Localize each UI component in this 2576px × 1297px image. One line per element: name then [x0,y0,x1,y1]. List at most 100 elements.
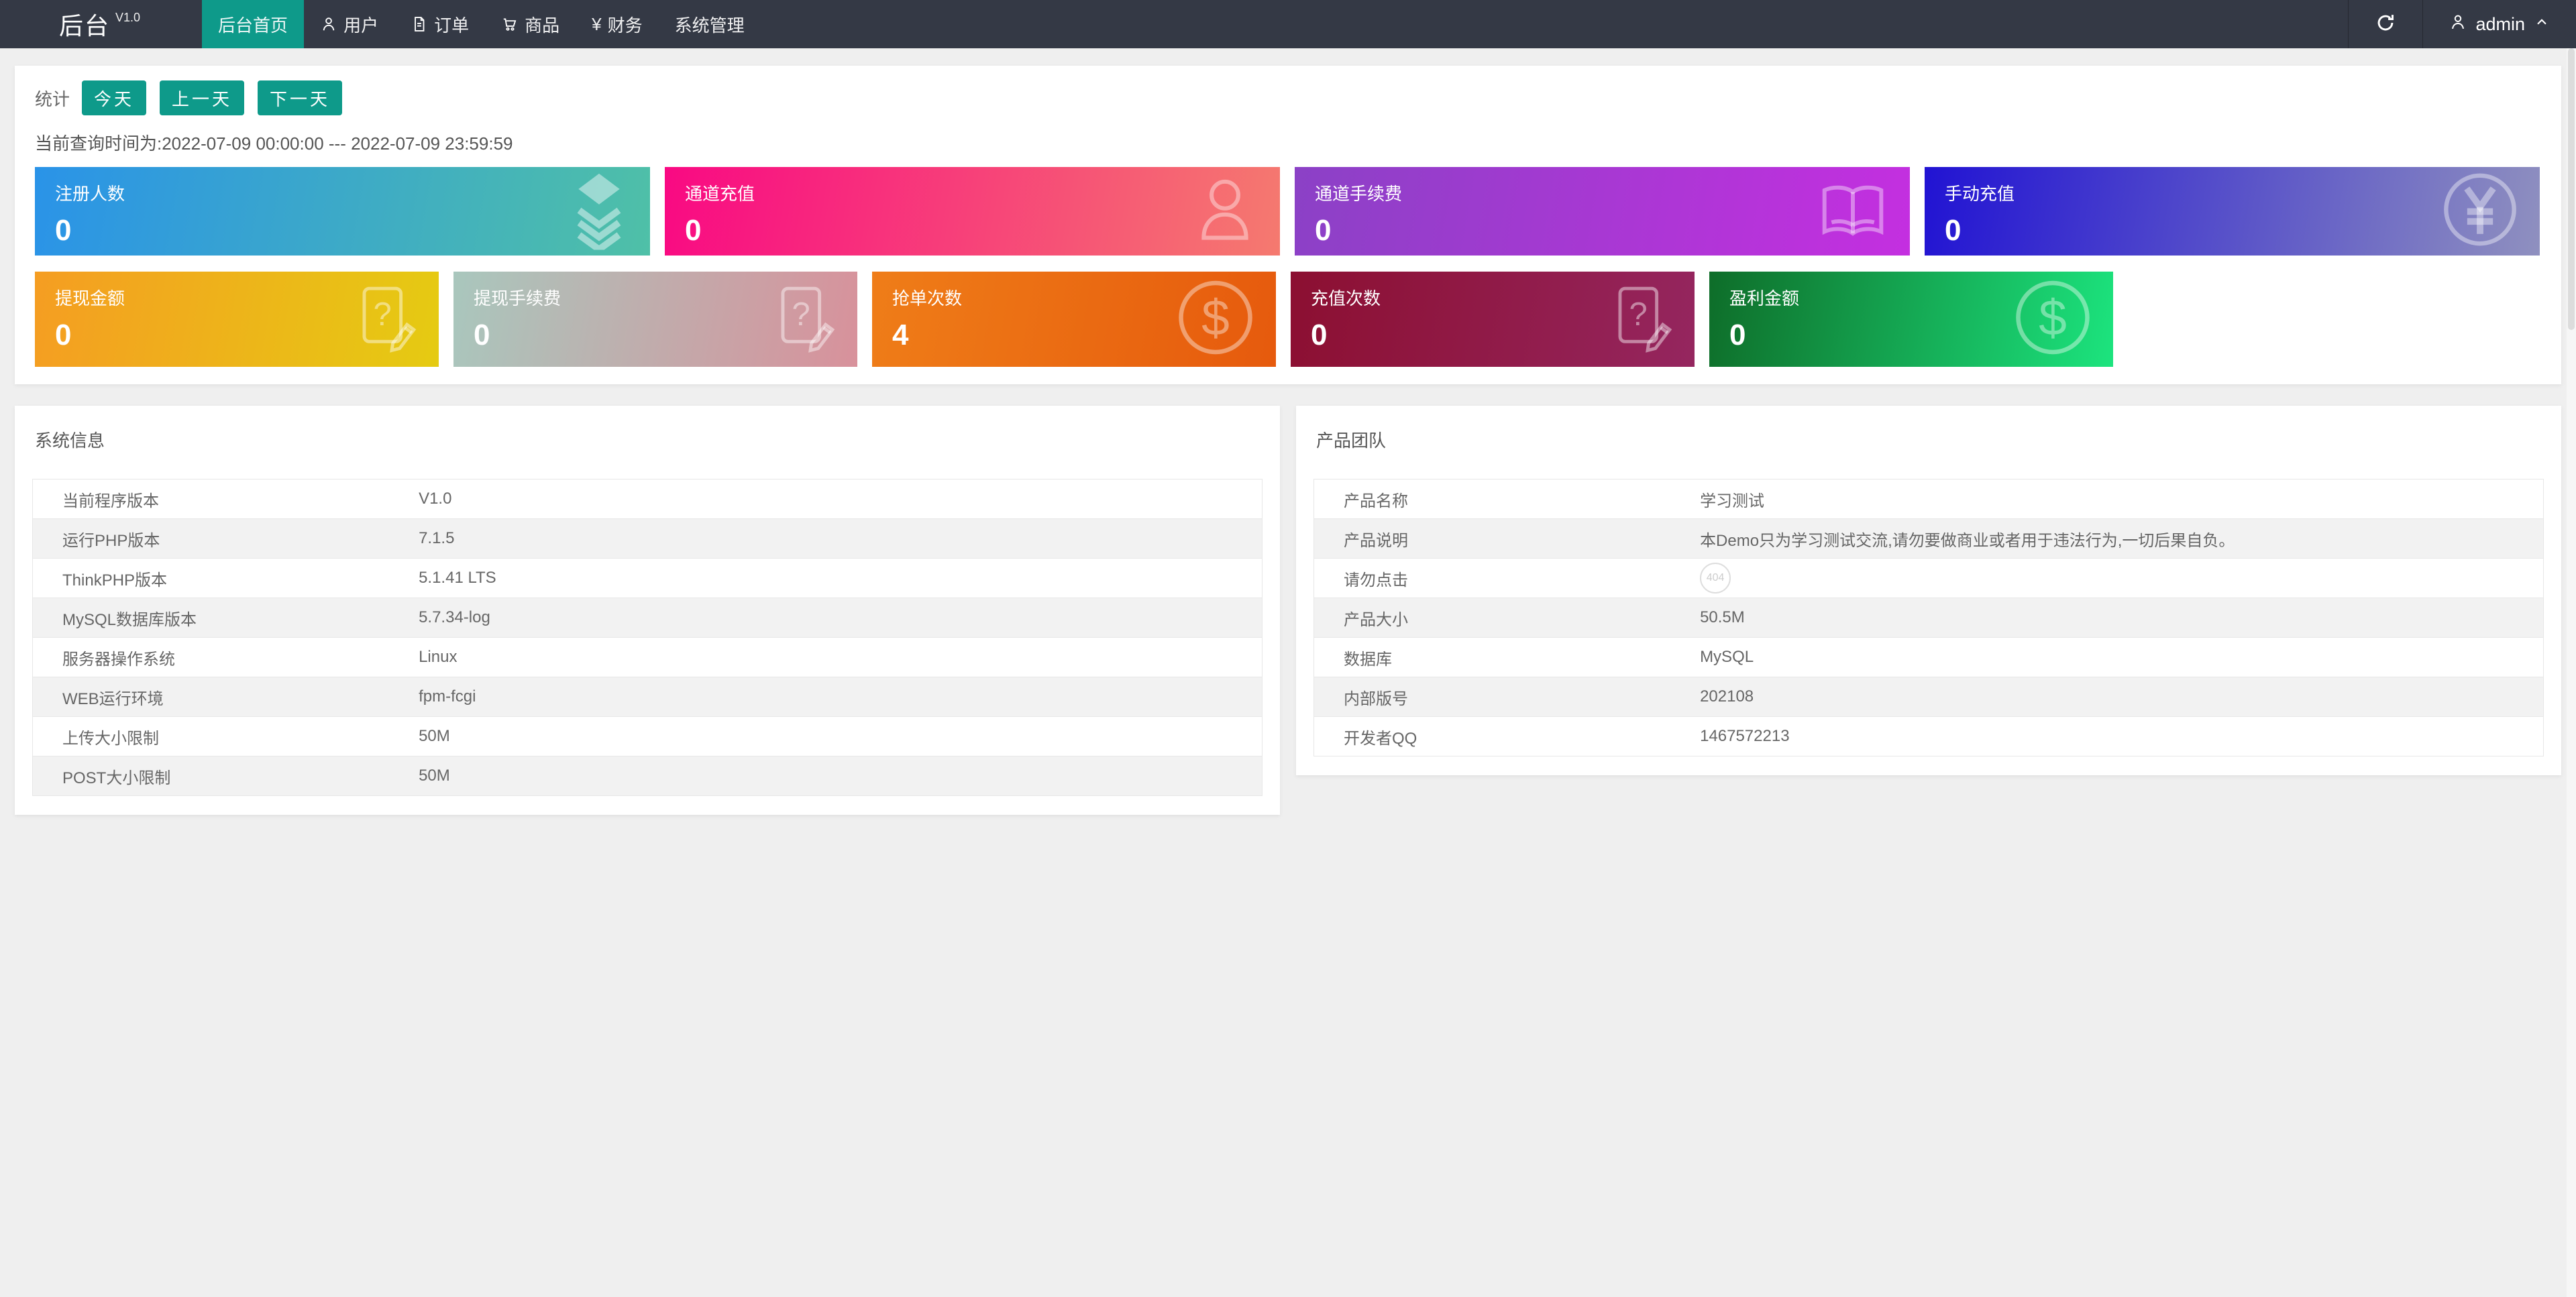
info-label: 产品大小 [1313,598,1671,638]
top-navbar: 后台 V1.0 后台首页 用户 订单 商品 ¥ 财务 系统管理 admin [0,0,2576,48]
info-label: MySQL数据库版本 [32,598,390,638]
table-row: 当前程序版本 V1.0 [32,479,1263,519]
nav-item-label: 系统管理 [674,15,745,36]
system-info-panel: 系统信息 当前程序版本 V1.0 运行PHP版本 7.1.5 ThinkPHP版… [15,406,1280,815]
user-icon [320,15,337,33]
table-row: WEB运行环境 fpm-fcgi [32,677,1263,717]
nav-item-users[interactable]: 用户 [304,0,394,48]
today-button[interactable]: 今天 [82,80,147,115]
order-icon [411,15,428,33]
table-row: 上传大小限制 50M [32,716,1263,756]
nav-item-home[interactable]: 后台首页 [202,0,305,48]
scrollbar-thumb[interactable] [2568,48,2575,330]
nav-item-label: 财务 [607,15,643,36]
info-value: 5.1.41 LTS [389,558,1263,598]
product-team-table: 产品名称 学习测试 产品说明 本Demo只为学习测试交流,请勿要做商业或者用于违… [1313,479,2544,756]
table-row: 产品名称 学习测试 [1313,479,2544,519]
table-row: 产品大小 50.5M [1313,598,2544,638]
nav-item-goods[interactable]: 商品 [485,0,576,48]
info-label: 当前程序版本 [32,479,390,519]
next-day-button[interactable]: 下一天 [258,80,343,115]
nav-item-label: 商品 [525,15,560,36]
stat-cards-row1: 注册人数 0 通道充值 0 通道手续费 0 手动充值 0 [35,167,2541,256]
stat-card-registered-users: 注册人数 0 [35,167,650,256]
info-value: 50M [389,756,1263,796]
app-version: V1.0 [115,10,141,24]
table-row: 内部版号 202108 [1313,677,2544,717]
prev-day-button[interactable]: 上一天 [160,80,245,115]
badge-404[interactable]: 404 [1700,563,1731,594]
info-value: 1467572213 [1670,716,2544,756]
navbar-right: admin [2348,0,2576,48]
info-label: 产品说明 [1313,518,1671,559]
stat-card-channel-recharge: 通道充值 0 [665,167,1280,256]
app-logo: 后台 V1.0 [0,0,140,48]
svg-text:?: ? [792,296,810,333]
info-value: 7.1.5 [389,518,1263,559]
info-value: 本Demo只为学习测试交流,请勿要做商业或者用于违法行为,一切后果自负。 [1670,518,2544,559]
table-row: 数据库 MySQL [1313,637,2544,677]
info-value: 5.7.34-log [389,598,1263,638]
info-value: MySQL [1670,637,2544,677]
info-panels: 系统信息 当前程序版本 V1.0 运行PHP版本 7.1.5 ThinkPHP版… [15,406,2561,815]
info-value: 202108 [1670,677,2544,717]
info-label: 内部版号 [1313,677,1671,717]
dollar-circle-icon: $ [2012,278,2093,361]
svg-text:?: ? [373,296,391,333]
card-title: 注册人数 [55,184,125,204]
stat-card-withdraw-fee: 提现手续费 0 ? [453,272,857,367]
user-menu[interactable]: admin [2423,0,2576,48]
stats-header: 统计 今天 上一天 下一天 [35,80,2541,115]
info-label: 数据库 [1313,637,1671,677]
layers-icon [568,170,630,254]
stat-card-withdraw-amount: 提现金额 0 ? [35,272,439,367]
username: admin [2475,13,2525,34]
info-value: fpm-fcgi [389,677,1263,717]
nav-item-system[interactable]: 系统管理 [659,0,761,48]
yen-icon: ¥ [592,13,602,34]
edit-help-icon: ? [771,282,837,357]
stat-card-channel-fee: 通道手续费 0 [1295,167,1910,256]
table-row: ThinkPHP版本 5.1.41 LTS [32,558,1263,598]
table-row: 开发者QQ 1467572213 [1313,716,2544,756]
stat-card-grab-order-count: 抢单次数 4 $ [872,272,1276,367]
info-label: WEB运行环境 [32,677,390,717]
scrollbar[interactable] [2567,48,2576,1297]
info-label: ThinkPHP版本 [32,558,390,598]
nav-item-label: 订单 [434,15,470,36]
cart-icon [501,15,519,33]
table-row: MySQL数据库版本 5.7.34-log [32,598,1263,638]
table-row: 服务器操作系统 Linux [32,637,1263,677]
edit-help-icon: ? [1609,282,1674,357]
edit-help-icon: ? [353,282,419,357]
user-icon [2449,13,2467,36]
nav-item-orders[interactable]: 订单 [394,0,485,48]
stat-card-recharge-count: 充值次数 0 ? [1291,272,1695,367]
nav-item-label: 用户 [343,15,379,36]
table-row: 请勿点击 404 [1313,558,2544,598]
refresh-button[interactable] [2348,0,2424,48]
stat-card-manual-recharge: 手动充值 0 [1925,167,2540,256]
info-label: 运行PHP版本 [32,518,390,559]
svg-text:$: $ [2039,290,2067,346]
card-value: 0 [55,214,72,247]
panel-title: 产品团队 [1316,431,1387,451]
info-value: 50M [389,716,1263,756]
nav-item-label: 后台首页 [218,15,288,36]
table-row: POST大小限制 50M [32,756,1263,796]
nav-item-finance[interactable]: ¥ 财务 [576,0,658,48]
system-info-table: 当前程序版本 V1.0 运行PHP版本 7.1.5 ThinkPHP版本 5.1… [32,479,1263,796]
info-value: Linux [389,637,1263,677]
table-row: 产品说明 本Demo只为学习测试交流,请勿要做商业或者用于违法行为,一切后果自负… [1313,518,2544,559]
stats-label: 统计 [35,89,70,109]
info-value: 50.5M [1670,598,2544,638]
stat-card-profit-amount: 盈利金额 0 $ [1709,272,2113,367]
svg-text:?: ? [1629,296,1647,333]
stat-cards-row2: 提现金额 0 ? 提现手续费 0 ? 抢单次数 4 $ 充值次数 0 ? 盈利金… [35,272,2541,367]
panel-title: 系统信息 [35,431,105,451]
product-team-panel: 产品团队 产品名称 学习测试 产品说明 本Demo只为学习测试交流,请勿要做商业… [1296,406,2561,775]
person-icon [1190,172,1260,251]
info-label: 服务器操作系统 [32,637,390,677]
main-menu: 后台首页 用户 订单 商品 ¥ 财务 系统管理 [202,0,761,48]
app-title: 后台 [59,12,111,40]
